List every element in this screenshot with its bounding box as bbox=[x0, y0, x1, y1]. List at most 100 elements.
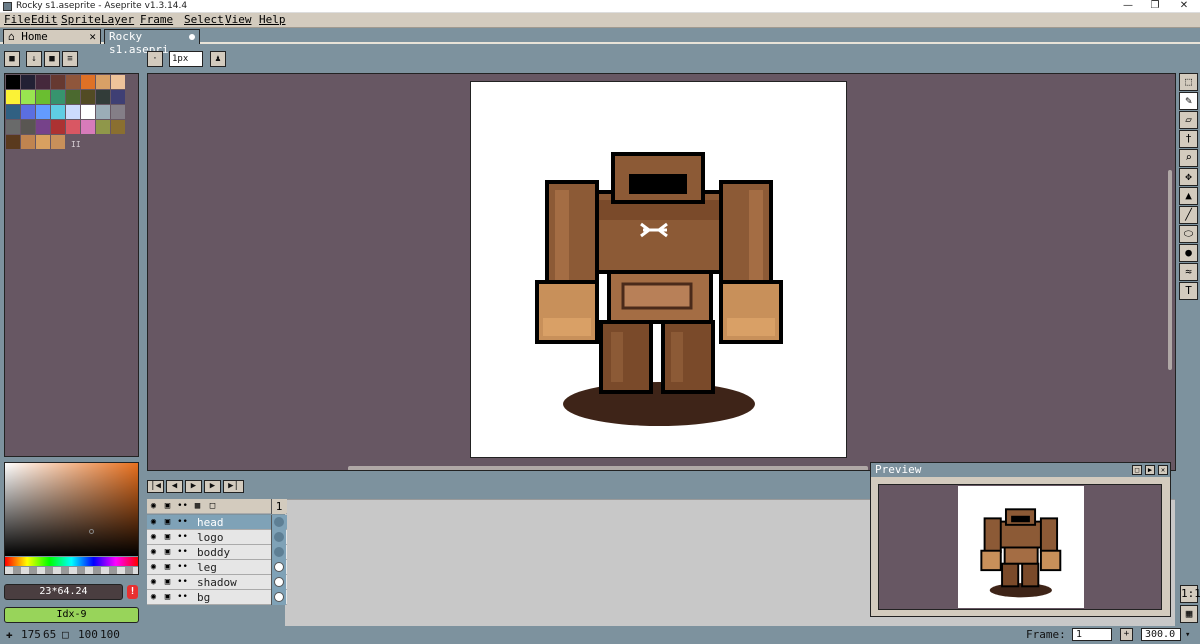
palette-swatch[interactable] bbox=[36, 90, 50, 104]
close-window-button[interactable]: ✕ bbox=[1172, 0, 1196, 13]
continuous-icon[interactable]: •• bbox=[176, 576, 189, 589]
color-cursor[interactable] bbox=[89, 529, 94, 534]
continuous-icon[interactable]: •• bbox=[176, 546, 189, 559]
palette-swatch[interactable] bbox=[66, 120, 80, 134]
sprite-editor[interactable] bbox=[147, 73, 1176, 471]
frame-input[interactable]: 1 bbox=[1072, 628, 1112, 641]
add-frame-icon[interactable]: + bbox=[1120, 628, 1133, 641]
color-picker[interactable] bbox=[4, 462, 139, 575]
palette-swatch[interactable] bbox=[96, 75, 110, 89]
previous-frame-icon[interactable]: ◀ bbox=[166, 480, 183, 493]
line-tool-icon[interactable]: ╱ bbox=[1179, 206, 1198, 224]
pixel-size-input[interactable]: 1px bbox=[169, 51, 203, 67]
pen-shape-icon[interactable]: · bbox=[147, 51, 163, 67]
unsaved-dot-icon[interactable] bbox=[189, 34, 195, 40]
ink-icon[interactable]: ♟ bbox=[210, 51, 226, 67]
palette-swatch[interactable] bbox=[21, 105, 35, 119]
minimize-button[interactable]: — bbox=[1116, 0, 1140, 13]
menu-view[interactable]: View bbox=[225, 13, 252, 26]
move-tool-icon[interactable]: ✥ bbox=[1179, 168, 1198, 186]
palette-swatch[interactable] bbox=[51, 120, 65, 134]
palette-swatch[interactable] bbox=[6, 120, 20, 134]
first-frame-icon[interactable]: |◀ bbox=[147, 480, 164, 493]
palette-swatch[interactable] bbox=[21, 135, 35, 149]
palette-swatch[interactable] bbox=[96, 90, 110, 104]
ellipse-tool-icon[interactable]: ⬭ bbox=[1179, 225, 1198, 243]
layer-row-boddy[interactable]: ◉ ▣ •• boddy bbox=[147, 545, 287, 560]
eye-icon[interactable]: ◉ bbox=[147, 591, 160, 604]
saturation-value-field[interactable] bbox=[5, 463, 138, 556]
contour-tool-icon[interactable]: ● bbox=[1179, 244, 1198, 262]
palette-swatch[interactable] bbox=[36, 120, 50, 134]
menu-layer[interactable]: Layer bbox=[101, 13, 134, 26]
hue-slider[interactable] bbox=[5, 557, 138, 566]
menu-file[interactable]: File bbox=[4, 13, 31, 26]
palette-swatch[interactable] bbox=[6, 105, 20, 119]
layer-row-head[interactable]: ◉ ▣ •• head bbox=[147, 515, 287, 530]
layer-row-logo[interactable]: ◉ ▣ •• logo bbox=[147, 530, 287, 545]
palette-swatch[interactable] bbox=[21, 90, 35, 104]
palette-swatch[interactable] bbox=[81, 120, 95, 134]
warning-icon[interactable]: ! bbox=[127, 585, 138, 599]
eye-icon[interactable]: ◉ bbox=[147, 546, 160, 559]
zoom-input[interactable]: 300.0 bbox=[1141, 628, 1181, 641]
next-frame-icon[interactable]: ▶ bbox=[204, 480, 221, 493]
visibility-header-icon[interactable]: ◉ bbox=[147, 500, 160, 513]
palette-swatch[interactable] bbox=[111, 90, 125, 104]
palette-swatch[interactable] bbox=[66, 105, 80, 119]
eye-icon[interactable]: ◉ bbox=[147, 531, 160, 544]
save-icon[interactable]: ■ bbox=[44, 51, 60, 67]
cel[interactable] bbox=[271, 590, 286, 605]
preview-viewport[interactable] bbox=[878, 484, 1162, 610]
preview-close-icon[interactable]: ✕ bbox=[1158, 465, 1168, 475]
palette-swatch[interactable] bbox=[66, 75, 80, 89]
palette-swatch[interactable] bbox=[81, 75, 95, 89]
pencil-tool-icon[interactable]: ✎ bbox=[1179, 92, 1198, 110]
palette-swatch[interactable] bbox=[6, 135, 20, 149]
paint-bucket-tool-icon[interactable]: ▲ bbox=[1179, 187, 1198, 205]
lock-icon[interactable]: ▣ bbox=[161, 591, 174, 604]
lock-icon[interactable]: ▣ bbox=[161, 546, 174, 559]
lock-icon[interactable]: ▣ bbox=[161, 516, 174, 529]
palette-swatch[interactable] bbox=[111, 105, 125, 119]
zoom-tool-icon[interactable]: ⌕ bbox=[1179, 149, 1198, 167]
palette-swatch[interactable] bbox=[111, 120, 125, 134]
lock-icon[interactable]: ▣ bbox=[161, 531, 174, 544]
cel[interactable] bbox=[271, 515, 286, 530]
layer-row-shadow[interactable]: ◉ ▣ •• shadow bbox=[147, 575, 287, 590]
palette-swatch[interactable] bbox=[111, 75, 125, 89]
eye-icon[interactable]: ◉ bbox=[147, 576, 160, 589]
palette-swatch[interactable] bbox=[51, 75, 65, 89]
palette-swatch[interactable] bbox=[36, 75, 50, 89]
palette-swatch[interactable] bbox=[36, 105, 50, 119]
frame-options-icon[interactable]: □ bbox=[206, 500, 219, 513]
eye-icon[interactable]: ◉ bbox=[147, 516, 160, 529]
palette-swatch[interactable] bbox=[96, 105, 110, 119]
palette-swatch[interactable] bbox=[96, 120, 110, 134]
menu-help[interactable]: Help bbox=[259, 13, 286, 26]
lock-icon[interactable]: ▣ bbox=[161, 576, 174, 589]
menu-select[interactable]: Select bbox=[184, 13, 224, 26]
menu-frame[interactable]: Frame bbox=[140, 13, 173, 26]
lock-icon[interactable]: ■ bbox=[4, 51, 20, 67]
one-to-one-button[interactable]: 1:1 bbox=[1180, 585, 1200, 603]
frame-header[interactable]: 1 bbox=[271, 499, 286, 514]
zoom-dropdown-icon[interactable]: ▾ bbox=[1185, 628, 1190, 642]
menu-icon[interactable]: ≡ bbox=[62, 51, 78, 67]
cel[interactable] bbox=[271, 560, 286, 575]
eraser-tool-icon[interactable]: ▱ bbox=[1179, 111, 1198, 129]
layer-row-leg[interactable]: ◉ ▣ •• leg bbox=[147, 560, 287, 575]
palette-swatch[interactable] bbox=[81, 105, 95, 119]
menu-edit[interactable]: Edit bbox=[31, 13, 58, 26]
palette-swatch[interactable] bbox=[51, 135, 65, 149]
cel[interactable] bbox=[271, 545, 286, 560]
layer-type-icon[interactable]: ▦ bbox=[191, 500, 204, 513]
palette-swatch[interactable] bbox=[81, 90, 95, 104]
palette-swatch[interactable] bbox=[51, 105, 65, 119]
text-tool-icon[interactable]: T bbox=[1179, 282, 1198, 300]
close-tab-icon[interactable]: ✕ bbox=[89, 30, 96, 43]
continuous-icon[interactable]: •• bbox=[176, 561, 189, 574]
palette-swatch[interactable] bbox=[36, 135, 50, 149]
horizontal-scrollbar[interactable] bbox=[348, 466, 868, 470]
palette-swatch[interactable] bbox=[51, 90, 65, 104]
